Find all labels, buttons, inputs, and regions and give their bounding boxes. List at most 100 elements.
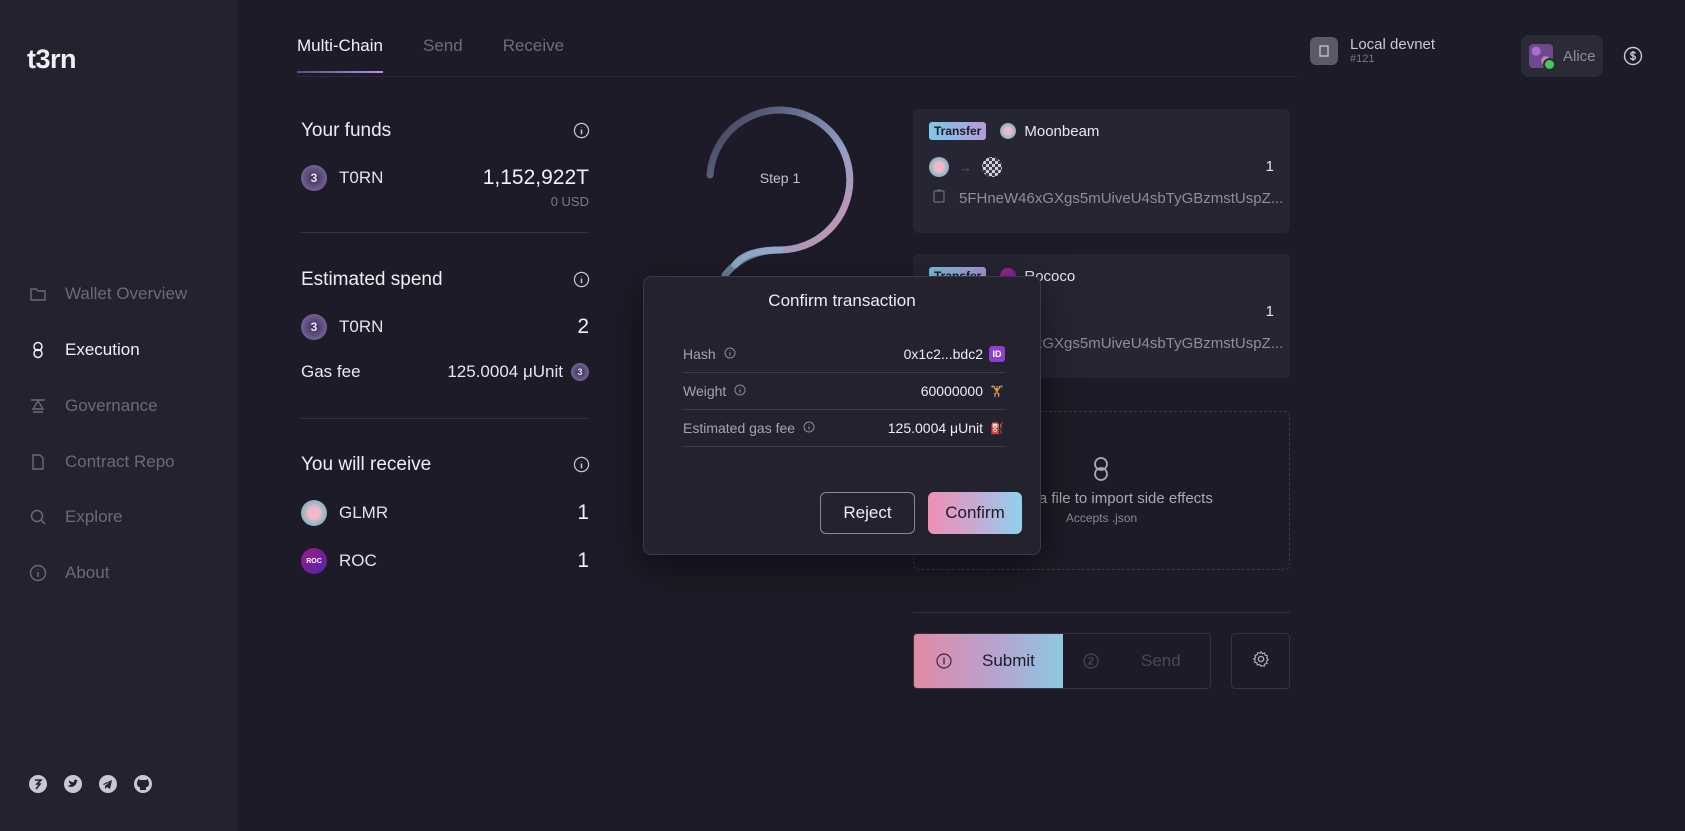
t0rn-icon: 3 <box>301 165 327 191</box>
header-divider <box>297 76 1297 77</box>
transfer-card[interactable]: Transfer Moonbeam → 1 5FHneW46xGXgs5mUiv… <box>913 109 1290 233</box>
weight-label-wrap: Weight <box>683 383 746 399</box>
divider <box>913 612 1290 613</box>
sidebar-item-label: Explore <box>65 507 123 526</box>
you-will-receive-title: You will receive <box>301 454 432 475</box>
submit-label: Submit <box>982 651 1035 670</box>
weight-row: Weight 60000000 🏋 <box>683 373 1005 410</box>
gas-fee-value: 125.0004 μUnit <box>447 362 563 381</box>
submit-button[interactable]: Submit <box>914 634 1063 688</box>
gas-fee-label: Gas fee <box>301 362 361 381</box>
hash-row: Hash 0x1c2...bdc2 ID <box>683 336 1005 373</box>
t0rn-icon: 3 <box>571 363 589 381</box>
governance-icon <box>29 397 47 415</box>
sidebar-item-label: Contract Repo <box>65 452 175 471</box>
gas-value-wrap: 125.0004 μUnit ⛽ <box>888 420 1005 436</box>
folder-icon <box>29 285 47 303</box>
transfer-badge: Transfer <box>929 122 987 140</box>
search-icon <box>29 508 47 526</box>
divider <box>301 232 589 233</box>
transfer-flow: → <box>929 157 1002 177</box>
info-icon[interactable] <box>573 122 590 139</box>
sidebar-item-wallet-overview[interactable]: Wallet Overview <box>29 282 187 306</box>
fuel-pump-icon: ⛽ <box>990 422 1004 435</box>
receive-amount: 1 <box>577 549 589 572</box>
weight-label: Weight <box>683 383 727 399</box>
recipient-address: 5FHneW46xGXgs5mUiveU4sbTyGBzmstUspZ... <box>959 189 1284 207</box>
document-icon <box>29 453 47 471</box>
info-icon[interactable] <box>573 456 590 473</box>
weight-value-wrap: 60000000 🏋 <box>921 383 1005 399</box>
info-icon[interactable] <box>724 346 736 362</box>
sidebar-item-execution[interactable]: Execution <box>29 338 140 362</box>
gas-label-wrap: Estimated gas fee <box>683 420 815 436</box>
funds-token-row: 3 T0RN 1,152,922T <box>301 165 589 191</box>
currency-icon[interactable] <box>1623 46 1643 66</box>
network-name: Local devnet <box>1350 36 1436 53</box>
token-label: GLMR <box>339 503 389 522</box>
gas-fee-row: Estimated gas fee 125.0004 μUnit ⛽ <box>683 410 1005 447</box>
info-icon[interactable] <box>734 383 746 399</box>
transfer-amount: 1 <box>1265 303 1274 320</box>
reject-button[interactable]: Reject <box>820 492 915 534</box>
twitter-icon[interactable] <box>63 774 83 794</box>
telegram-icon[interactable] <box>98 774 118 794</box>
token-label: T0RN <box>339 168 384 187</box>
copy-icon[interactable] <box>933 189 945 207</box>
t3rn-logo[interactable]: t3rn <box>27 44 77 75</box>
moonbeam-icon <box>929 157 949 177</box>
sidebar-item-label: Governance <box>65 396 158 415</box>
estimated-spend-title: Estimated spend <box>301 269 443 290</box>
receive-token-row: GLMR 1 <box>301 500 589 526</box>
funds-amount: 1,152,922T <box>482 166 589 189</box>
receive-amount: 1 <box>577 501 589 524</box>
step-one-icon <box>936 653 952 669</box>
funds-usd: 0 USD <box>550 194 589 209</box>
send-button[interactable]: Send <box>1063 634 1210 688</box>
id-icon: ID <box>989 346 1005 362</box>
token-label: T0RN <box>339 317 384 336</box>
receive-token-row: ROC ROC 1 <box>301 548 589 574</box>
gear-icon <box>1252 650 1270 673</box>
sidebar-item-about[interactable]: About <box>29 561 109 585</box>
settings-button[interactable] <box>1231 633 1290 689</box>
token-label: ROC <box>339 551 377 570</box>
network-icon <box>1310 37 1338 65</box>
step-label: Step 1 <box>759 170 801 186</box>
info-icon[interactable] <box>573 271 590 288</box>
sidebar-item-contract-repo[interactable]: Contract Repo <box>29 450 175 474</box>
main-tabs: Multi-Chain Send Receive <box>297 36 564 73</box>
chain-name: Moonbeam <box>1024 122 1100 140</box>
chain-link-icon <box>29 341 47 359</box>
confirm-transaction-modal: Confirm transaction Hash 0x1c2...bdc2 ID… <box>643 276 1041 555</box>
t3rn-icon[interactable] <box>28 774 48 794</box>
arrow-right-icon: → <box>959 159 972 175</box>
roc-icon: ROC <box>301 548 327 574</box>
sidebar-item-explore[interactable]: Explore <box>29 505 123 529</box>
t0rn-icon: 3 <box>301 314 327 340</box>
moonbeam-icon <box>1000 123 1017 139</box>
sidebar-item-governance[interactable]: Governance <box>29 394 158 418</box>
info-icon[interactable] <box>803 420 815 436</box>
tab-receive[interactable]: Receive <box>503 36 564 72</box>
sidebar-item-label: Execution <box>65 340 140 359</box>
chain-link-icon <box>1090 456 1112 482</box>
sidebar-item-label: Wallet Overview <box>65 284 188 303</box>
network-id: #121 <box>1350 53 1375 65</box>
confirm-button[interactable]: Confirm <box>928 492 1022 534</box>
hash-label-wrap: Hash <box>683 346 736 362</box>
social-links <box>28 774 153 794</box>
account-name: Alice <box>1563 47 1596 65</box>
hash-value-wrap: 0x1c2...bdc2 ID <box>904 346 1005 362</box>
card-header: Transfer Moonbeam <box>929 122 1099 140</box>
tab-multi-chain[interactable]: Multi-Chain <box>297 36 383 73</box>
gas-value: 125.0004 μUnit <box>887 420 983 436</box>
github-icon[interactable] <box>133 774 153 794</box>
gas-fee-value-wrap: 125.0004 μUnit 3 <box>447 362 589 382</box>
gas-fee-row: Gas fee 125.0004 μUnit 3 <box>301 362 589 382</box>
tab-send[interactable]: Send <box>423 36 463 72</box>
spend-token-row: 3 T0RN 2 <box>301 314 589 340</box>
info-icon <box>29 564 47 582</box>
account-button[interactable]: Alice <box>1521 35 1603 77</box>
network-selector[interactable]: Local devnet #121 <box>1310 37 1435 65</box>
